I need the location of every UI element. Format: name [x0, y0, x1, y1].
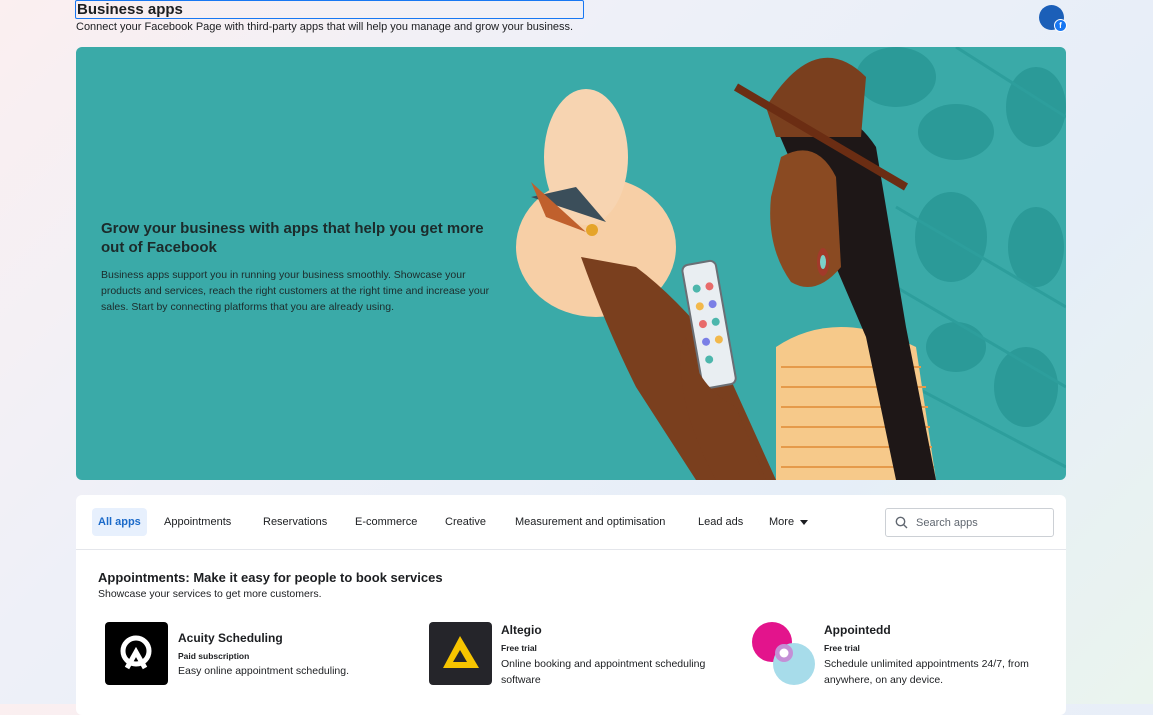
app-description: Easy online appointment scheduling. — [178, 665, 350, 677]
tab-creative[interactable]: Creative — [439, 508, 492, 536]
tab-appointments[interactable]: Appointments — [158, 508, 237, 536]
search-box[interactable] — [885, 508, 1054, 537]
search-input[interactable] — [914, 515, 1048, 530]
app-price: Paid subscription — [178, 651, 250, 661]
hero-heading: Grow your business with apps that help y… — [101, 220, 484, 256]
app-price: Free trial — [824, 643, 860, 653]
tab-lead-ads[interactable]: Lead ads — [692, 508, 749, 536]
tab-reservations[interactable]: Reservations — [257, 508, 333, 536]
app-card-altegio[interactable]: Altegio Free trial Online booking and ap… — [429, 622, 729, 686]
acuity-logo — [105, 622, 168, 685]
appointedd-logo — [752, 622, 815, 685]
acuity-logo-icon — [120, 635, 152, 670]
search-icon — [895, 516, 908, 529]
tab-more[interactable]: More — [763, 508, 814, 536]
hero-banner: Grow your business with apps that help y… — [76, 47, 1066, 480]
altegio-logo-icon — [443, 636, 479, 668]
apps-panel: All apps Appointments Reservations E-com… — [76, 495, 1066, 715]
app-card-appointedd[interactable]: Appointedd Free trial Schedule unlimited… — [752, 622, 1052, 686]
hero-body: Business apps support you in running you… — [101, 269, 490, 313]
app-price: Free trial — [501, 643, 537, 653]
facebook-icon: f — [1054, 19, 1067, 32]
page-title: Business apps — [75, 0, 584, 19]
section-subtitle: Showcase your services to get more custo… — [98, 588, 322, 600]
app-name: Altegio — [501, 623, 542, 637]
tab-measurement[interactable]: Measurement and optimisation — [509, 508, 671, 536]
page-subtitle: Connect your Facebook Page with third-pa… — [76, 21, 574, 33]
chevron-down-icon — [800, 519, 809, 525]
app-card-acuity[interactable]: Acuity Scheduling Paid subscription Easy… — [105, 622, 405, 685]
app-description: Schedule unlimited appointments 24/7, fr… — [824, 658, 1029, 686]
tab-more-label: More — [769, 516, 795, 528]
appointedd-logo-icon — [752, 622, 815, 685]
tab-e-commerce[interactable]: E-commerce — [349, 508, 423, 536]
tab-all-apps[interactable]: All apps — [92, 508, 147, 536]
app-name: Appointedd — [824, 623, 891, 637]
category-tabs: All apps Appointments Reservations E-com… — [76, 495, 1066, 550]
app-name: Acuity Scheduling — [178, 631, 283, 645]
section-title: Appointments: Make it easy for people to… — [98, 570, 443, 585]
app-description: Online booking and appointment schedulin… — [501, 658, 706, 686]
altegio-logo — [429, 622, 492, 685]
